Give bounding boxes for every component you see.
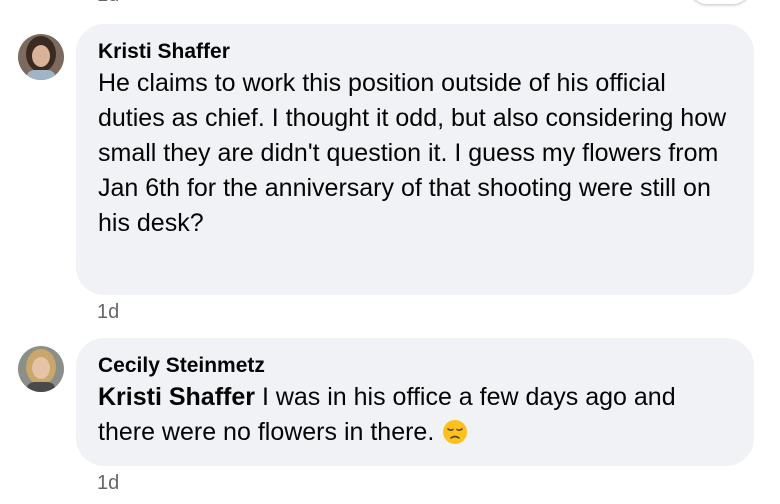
- comment-timestamp[interactable]: 1d: [97, 301, 119, 324]
- avatar-photo-icon: [18, 346, 64, 392]
- comment-author[interactable]: Cecily Steinmetz: [98, 352, 732, 380]
- comment-text: He claims to work this position outside …: [98, 69, 727, 237]
- previous-comment-timestamp[interactable]: 1d: [97, 0, 119, 7]
- avatar[interactable]: [18, 34, 64, 80]
- comment-bubble: Cecily Steinmetz Kristi Shaffer I was in…: [76, 338, 754, 466]
- mention-link[interactable]: Kristi Shaffer: [98, 383, 255, 411]
- avatar-photo-icon: [18, 34, 64, 80]
- comment-thread: 1d Kristi Shaffer He claims to work this…: [0, 0, 780, 504]
- comment-timestamp[interactable]: 1d: [97, 472, 119, 495]
- comment-text: Kristi Shaffer I was in his office a few…: [98, 380, 732, 455]
- avatar[interactable]: [18, 346, 64, 392]
- reaction-summary-pill[interactable]: [690, 0, 750, 4]
- comment-author[interactable]: Kristi Shaffer: [98, 38, 732, 66]
- comment-bubble: Kristi Shaffer He claims to work this po…: [76, 24, 754, 295]
- disappointed-face-icon: [442, 419, 468, 455]
